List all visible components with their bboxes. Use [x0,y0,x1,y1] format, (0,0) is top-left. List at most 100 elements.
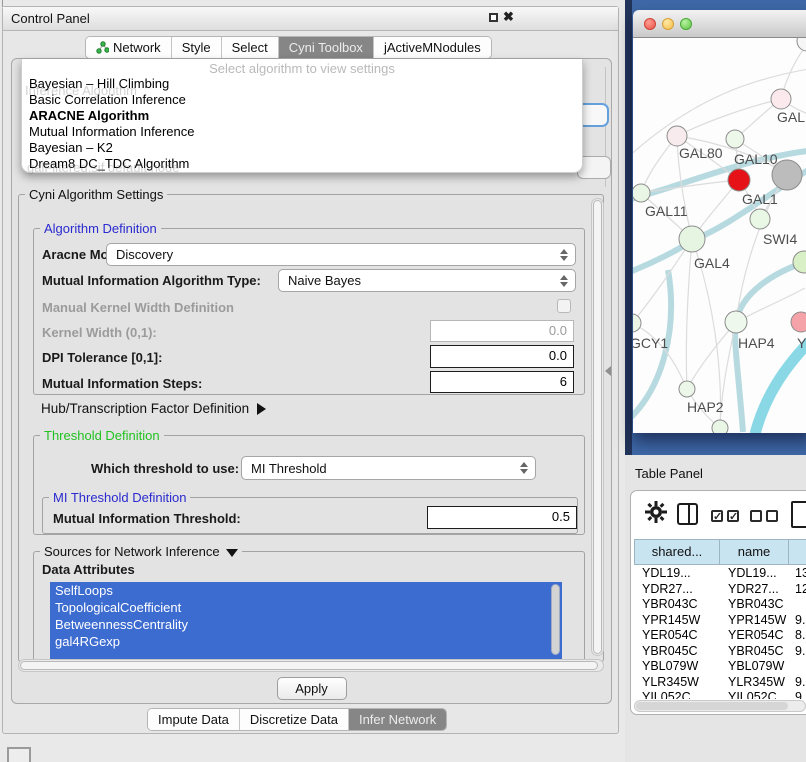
network-node[interactable] [772,160,802,190]
table-cell: YER054C [634,628,720,644]
checked-box-icon[interactable]: ✓ [711,510,723,522]
split-columns-icon[interactable] [677,503,698,525]
gear-icon[interactable] [645,501,667,523]
mi-steps-field[interactable]: 6 [430,371,574,393]
table-cell: YLR345W [720,675,790,691]
table-header-row: shared...nameA [634,539,806,565]
table-row[interactable]: YER054CYER054C8. [634,628,806,644]
table-row[interactable]: YBR043CYBR043C [634,597,806,613]
dock-widget-icon[interactable] [7,747,31,762]
network-node[interactable] [797,38,806,51]
network-node-hap2[interactable] [679,381,695,397]
table-rows: YDL19...YDL19...13YDR27...YDR27...12YBR0… [634,566,806,699]
mi-threshold-field[interactable]: 0.5 [427,506,577,529]
zoom-traffic-light-icon[interactable] [680,18,692,30]
close-icon[interactable]: ✖ [503,9,514,25]
manual-kernel-checkbox[interactable] [557,299,571,313]
attribute-item-betweennesscentrality[interactable]: BetweennessCentrality [50,616,562,633]
table-cell: YBR045C [720,644,790,660]
node-label: GAL [777,109,805,125]
table-row[interactable]: YLR345WYLR345W9. [634,675,806,691]
network-window-titlebar[interactable] [633,10,806,38]
chevron-down-icon [226,549,238,557]
desktop-edge [625,0,632,455]
network-node[interactable] [712,420,728,433]
tab-select[interactable]: Select [222,37,279,58]
kernel-width-field[interactable]: 0.0 [430,320,574,342]
scrollbar-thumb[interactable] [20,661,598,670]
dpi-tolerance-field[interactable]: 0.0 [430,345,574,368]
network-node-gal11[interactable] [633,184,650,202]
checked-box-icon[interactable]: ✓ [727,510,739,522]
algorithm-option-aracne-algorithm[interactable]: ARACNE Algorithm [22,108,582,124]
algorithm-option-bayesian-hill-climbing[interactable]: Bayesian – Hill Climbing [22,76,582,92]
network-node-gal[interactable] [771,89,791,109]
network-node-hap4[interactable] [725,311,747,333]
scrollbar-thumb[interactable] [636,702,788,710]
column-header-shared[interactable]: shared... [634,539,720,565]
minimize-traffic-light-icon[interactable] [662,18,674,30]
mi-type-select[interactable]: Naive Bayes [278,269,576,292]
stepper-icon [557,244,571,265]
table-row[interactable]: YDR27...YDR27...12 [634,582,806,598]
network-canvas[interactable]: GALGAL80GAL10GAL1GAL11SWI4GAL4GCY1HAP4YH… [633,38,806,433]
float-window-icon[interactable] [489,13,498,22]
network-node-swi4[interactable] [750,209,770,229]
network-node-y[interactable] [791,312,806,332]
chevron-right-icon [257,403,266,415]
algorithm-option-basic-correlation-inference[interactable]: Basic Correlation Inference [22,92,582,108]
list-scrollbar[interactable] [551,584,560,655]
attribute-item-gal4rgexp[interactable]: gal4RGexp [50,633,562,650]
column-header-name[interactable]: name [719,539,789,565]
network-node-gcy1[interactable] [633,314,641,332]
table-cell [790,597,806,613]
algorithm-option-bayesian-k2[interactable]: Bayesian – K2 [22,140,582,156]
network-node-gal4[interactable] [679,226,705,252]
unchecked-box-icon[interactable] [750,510,762,522]
document-icon[interactable] [791,501,806,528]
tab-network[interactable]: Network [86,37,172,58]
sources-group: Sources for Network Inference Data Attri… [33,551,585,663]
table-row[interactable]: YBL079WYBL079W [634,659,806,675]
data-attributes-list[interactable]: SelfLoopsTopologicalCoefficientBetweenne… [50,582,562,659]
table-row[interactable]: YPR145WYPR145W9. [634,613,806,629]
hub-definition-label: Hub/Transcription Factor Definition [41,401,249,416]
close-traffic-light-icon[interactable] [644,18,656,30]
which-threshold-select[interactable]: MI Threshold [241,456,536,480]
unchecked-box-icon[interactable] [766,510,778,522]
network-node-gal10[interactable] [726,130,744,148]
network-node-gal80[interactable] [667,126,687,146]
scrollbar-thumb[interactable] [593,200,602,654]
attribute-item-topologicalcoefficient[interactable]: TopologicalCoefficient [50,599,562,616]
tab-impute-data[interactable]: Impute Data [148,709,240,730]
tab-jactivemnodules[interactable]: jActiveMNodules [374,37,491,58]
sources-group-title[interactable]: Sources for Network Inference [40,544,242,559]
vertical-scrollbar[interactable] [591,198,604,656]
apply-button[interactable]: Apply [277,677,347,700]
network-node-gal1[interactable] [728,169,750,191]
tab-label: jActiveMNodules [384,40,481,55]
aracne-mode-select[interactable]: Discovery [106,243,576,266]
table-horizontal-scrollbar[interactable] [634,700,806,712]
table-row[interactable]: YIL052CYIL052C9 [634,690,806,699]
cyni-algorithm-settings-group: Cyni Algorithm Settings Algorithm Defini… [18,194,604,662]
tab-style[interactable]: Style [172,37,222,58]
horizontal-scrollbar[interactable] [18,659,604,672]
algorithm-option-dream8-dc-tdc-algorithm[interactable]: Dream8 DC_TDC Algorithm [22,156,582,172]
tab-discretize-data[interactable]: Discretize Data [240,709,349,730]
node-label: GAL1 [742,191,778,207]
table-row[interactable]: YBR045CYBR045C9. [634,644,806,660]
column-header-a[interactable]: A [788,539,806,565]
hub-definition-toggle[interactable]: Hub/Transcription Factor Definition [41,401,266,416]
which-threshold-label: Which threshold to use: [91,461,239,476]
table-cell: YBL079W [634,659,720,675]
network-node[interactable] [793,251,806,273]
tab-infer-network[interactable]: Infer Network [349,709,446,730]
table-row[interactable]: YDL19...YDL19...13 [634,566,806,582]
attribute-item-selfloops[interactable]: SelfLoops [50,582,562,599]
algorithm-option-mutual-information-inference[interactable]: Mutual Information Inference [22,124,582,140]
threshold-definition-title: Threshold Definition [40,428,164,443]
panel-divider-handle-icon[interactable] [605,366,611,376]
tab-cyni-toolbox[interactable]: Cyni Toolbox [279,37,374,58]
table-cell: YLR345W [634,675,720,691]
